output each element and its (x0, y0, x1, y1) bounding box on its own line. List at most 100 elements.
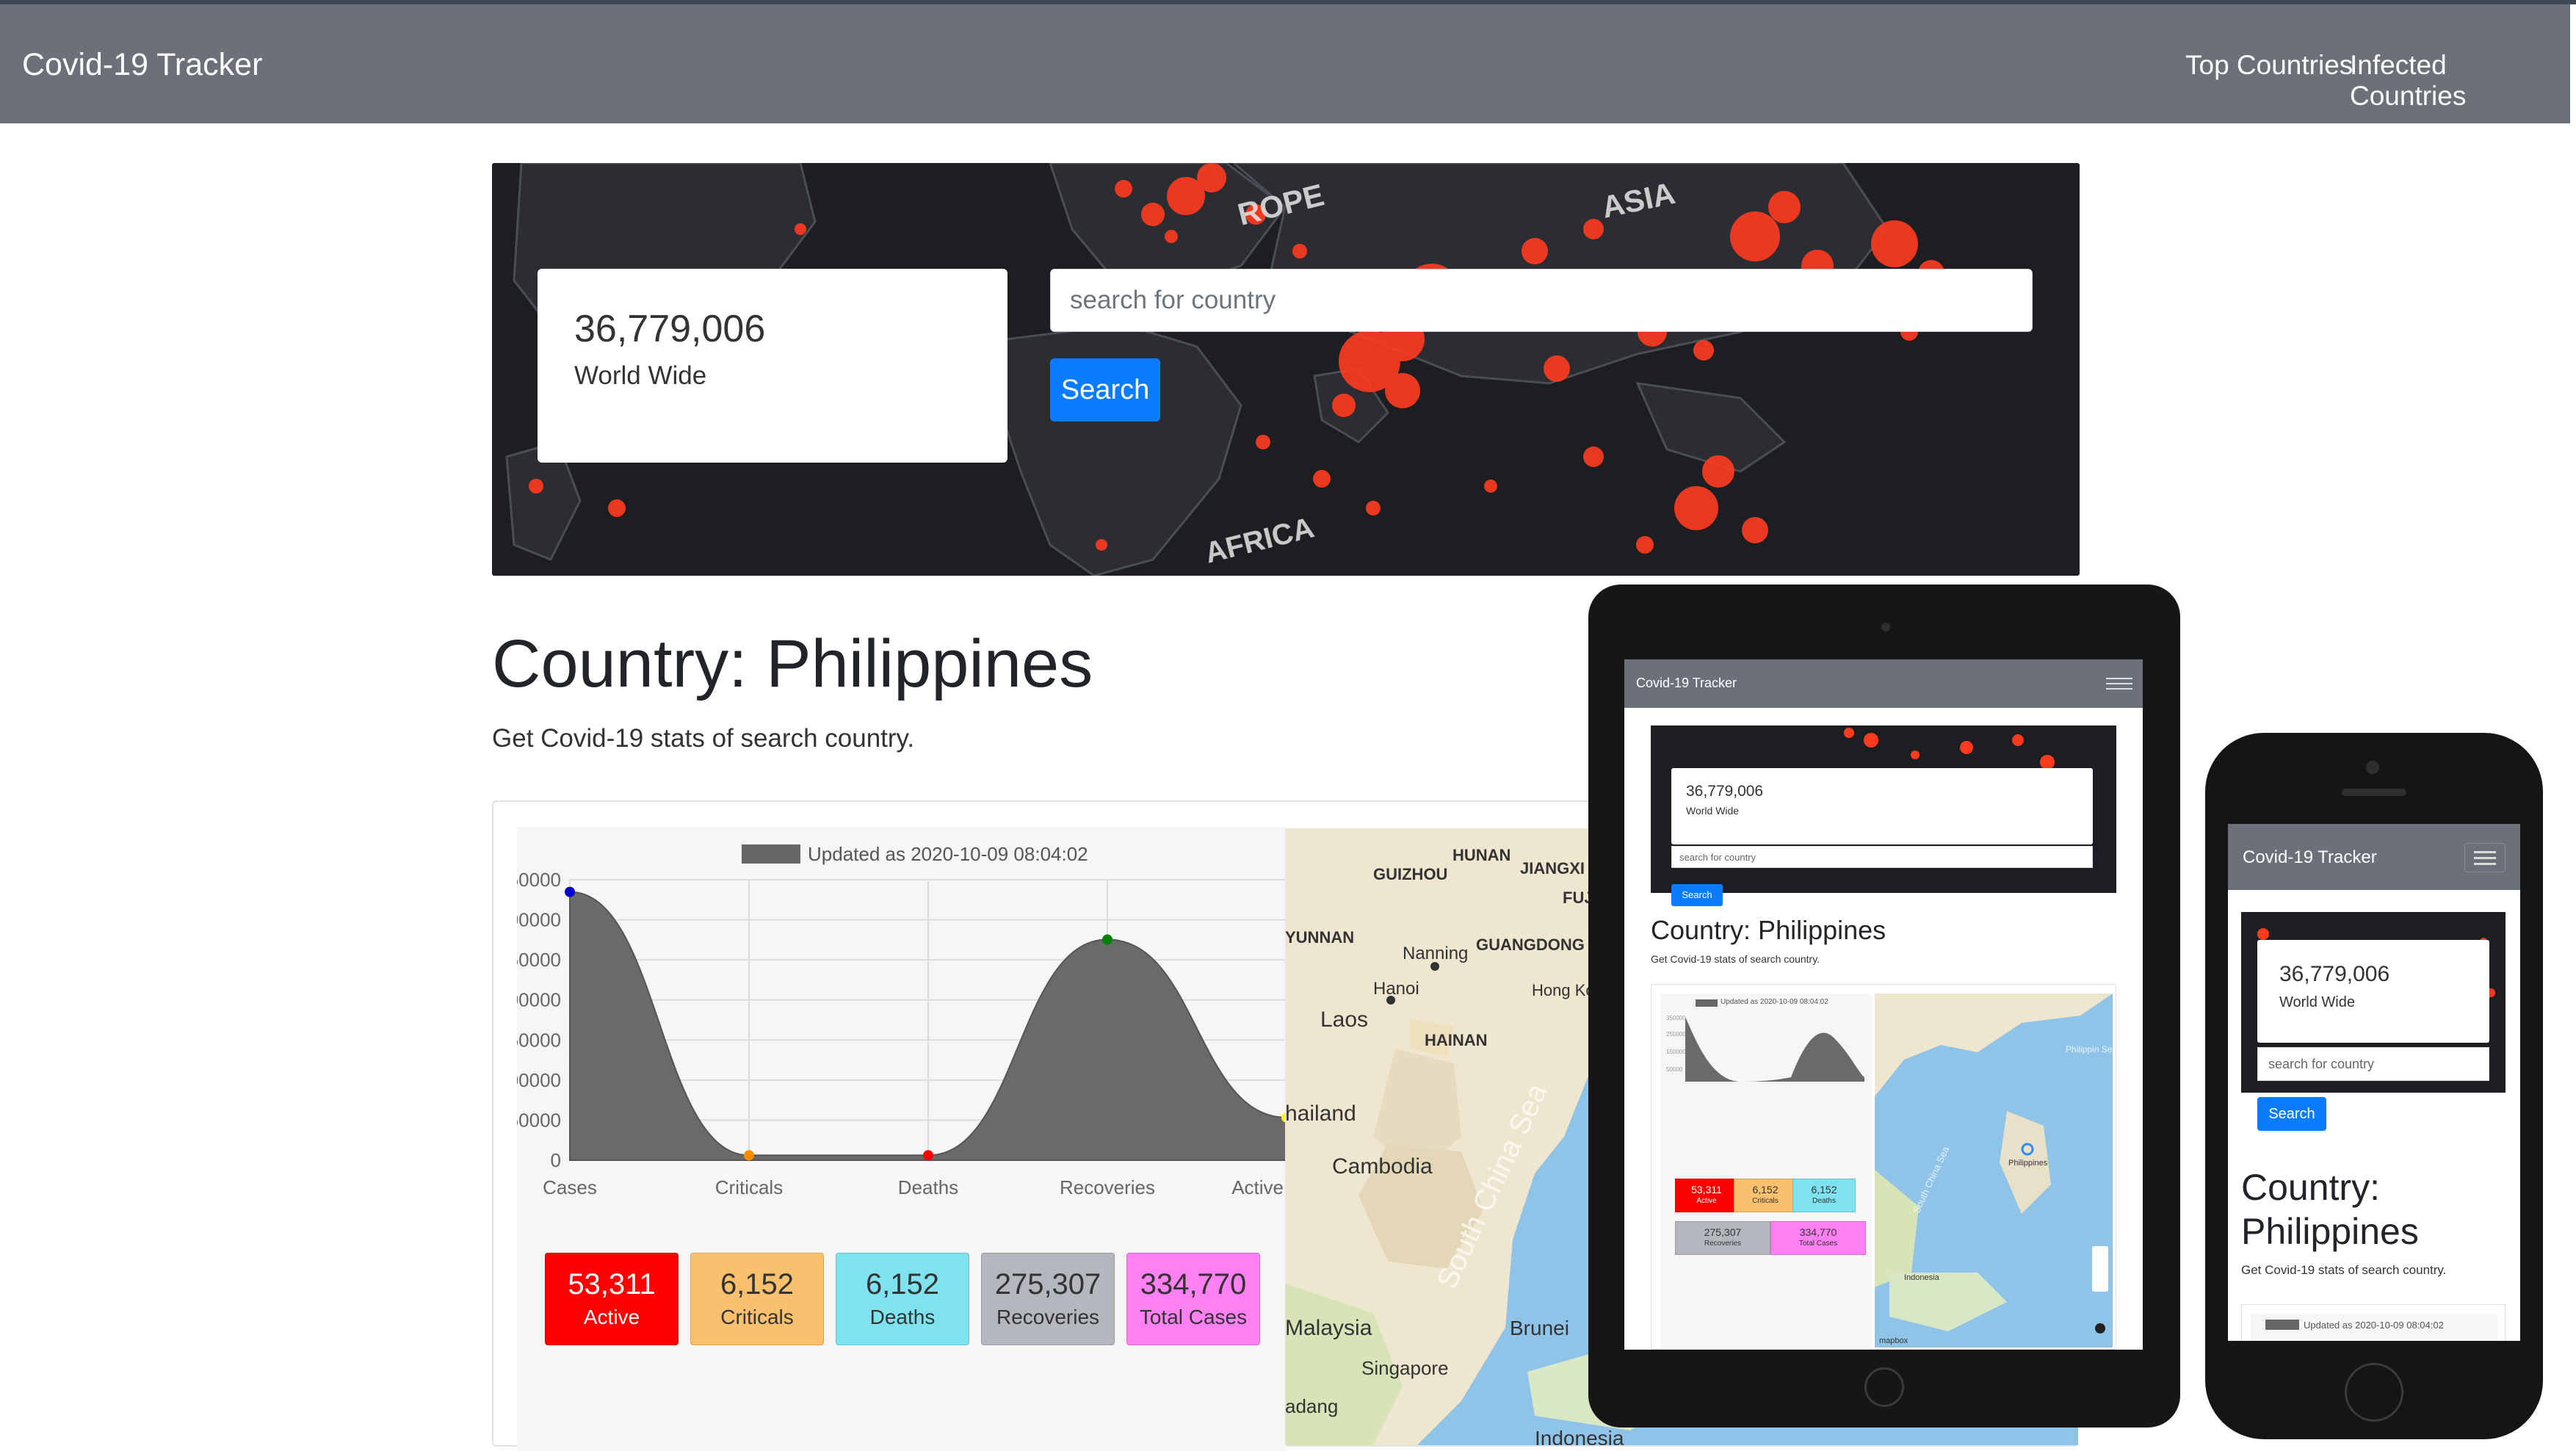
map-label-indonesia: Indonesia (1535, 1427, 1624, 1445)
stat-label: Active (583, 1306, 640, 1328)
tablet-map-attribution: mapbox (1879, 1336, 1909, 1345)
stat-value: 6,152 (865, 1268, 940, 1300)
tablet-stat-label: Active (1696, 1197, 1717, 1205)
map-label-padang: adang (1285, 1395, 1338, 1417)
map-label-hunan: HUNAN (1452, 846, 1510, 864)
tablet-worldwide-label: World Wide (1686, 805, 1740, 817)
svg-text:150000: 150000 (1666, 1049, 1686, 1055)
tablet-stat-label: Deaths (1812, 1197, 1836, 1205)
tablet-stat-value: 334,770 (1799, 1226, 1837, 1238)
navbar: Covid-19 Tracker Top Countries Infected … (0, 4, 2570, 123)
phone-menu-icon[interactable] (2464, 843, 2506, 872)
chart-y-tick-label: 300000 (517, 909, 561, 931)
map-label-brunei: Brunei (1510, 1317, 1569, 1339)
stat-box-criticals: 6,152 Criticals (690, 1253, 824, 1345)
chart-x-tick-label: Deaths (898, 1176, 958, 1198)
country-title: Country: Philippines (492, 626, 1093, 701)
map-label-guizhou: GUIZHOU (1373, 865, 1447, 883)
stat-label: Deaths (869, 1306, 936, 1328)
tablet-map-info-icon[interactable] (2095, 1323, 2105, 1334)
tablet-stat-label: Recoveries (1704, 1240, 1742, 1248)
map-label-yunnan: YUNNAN (1285, 928, 1354, 947)
chart-y-tick-label: 50000 (517, 1109, 561, 1131)
tablet-map-label-indonesia: Indonesia (1904, 1273, 1940, 1282)
phone-search-button[interactable]: Search (2257, 1097, 2326, 1131)
chart-y-tick-label: 100000 (517, 1069, 561, 1091)
tablet-search-button[interactable]: Search (1671, 884, 1723, 906)
chart-y-tick-label: 250000 (517, 949, 561, 971)
tablet-chart-area: Updated as 2020-10-09 08:04:02 350000 250… (1660, 994, 1872, 1349)
tablet-stat-box-deaths: 6,152 Deaths (1792, 1179, 1856, 1212)
navbar-brand[interactable]: Covid-19 Tracker (22, 47, 262, 83)
phone-home-button[interactable] (2345, 1363, 2403, 1422)
map-label-guangdong: GUANGDONG (1476, 936, 1585, 954)
tablet-stat-box-active: 53,311 Active (1675, 1179, 1738, 1212)
nav-link-top-countries[interactable]: Top Countries (2185, 50, 2353, 81)
tablet-home-button[interactable] (1864, 1367, 1904, 1407)
search-button[interactable]: Search (1050, 358, 1160, 421)
nav-link-infected-countries[interactable]: Infected Countries (2350, 50, 2570, 112)
tablet-brand[interactable]: Covid-19 Tracker (1636, 676, 1737, 691)
tablet-camera (1881, 623, 1890, 632)
chart-point-deaths[interactable] (923, 1150, 933, 1161)
phone-camera (2366, 761, 2379, 774)
chart-x-tick-label: Criticals (715, 1176, 783, 1198)
phone-chart-legend: Updated as 2020-10-09 08:04:02 (2304, 1320, 2444, 1331)
map-label-hanoi: Hanoi (1373, 979, 1419, 999)
chart-point-recoveries[interactable] (1102, 934, 1112, 945)
stat-box-total-cases: 334,770 Total Cases (1126, 1253, 1260, 1345)
tablet-map-zoom-controls[interactable] (2092, 1246, 2108, 1292)
chart-legend-swatch[interactable] (742, 844, 800, 864)
stat-value: 53,311 (568, 1268, 656, 1300)
tablet-stat-box-recoveries: 275,307 Recoveries (1675, 1221, 1770, 1255)
tablet-stat-label: Total Cases (1798, 1240, 1838, 1248)
tablet-stat-value: 6,152 (1811, 1184, 1837, 1195)
stat-value: 6,152 (720, 1268, 795, 1300)
tablet-map-label-philippine-sea: Philippin Sea (2066, 1044, 2113, 1054)
stat-value: 275,307 (994, 1268, 1101, 1300)
stat-value: 334,770 (1140, 1268, 1247, 1300)
tablet-map[interactable]: Philippines Indonesia mapbox Philippin S… (1875, 994, 2113, 1347)
stat-label: Criticals (720, 1306, 794, 1328)
phone-brand[interactable]: Covid-19 Tracker (2243, 847, 2377, 868)
svg-text:350000: 350000 (1666, 1015, 1686, 1021)
map-label-malaysia: Malaysia (1285, 1316, 1372, 1340)
chart-legend-label: Updated as 2020-10-09 08:04:02 (808, 843, 1088, 865)
phone-screen: Covid-19 Tracker 36,779,006 World Wide s… (2228, 824, 2520, 1341)
tablet-search-input[interactable]: search for country (1671, 846, 2093, 868)
map-label-laos: Laos (1320, 1007, 1368, 1032)
tablet-stat-box-total-cases: 334,770 Total Cases (1770, 1221, 1866, 1255)
phone-stats-panel: Updated as 2020-10-09 08:04:02 (2241, 1304, 2506, 1341)
phone-navbar: Covid-19 Tracker (2228, 824, 2520, 890)
cases-area-chart: Updated as 2020-10-09 08:04:02 0 50000 100… (517, 843, 1287, 1198)
tablet-stat-value: 53,311 (1691, 1184, 1722, 1195)
search-input[interactable] (1050, 269, 2033, 332)
phone-speaker (2342, 789, 2406, 796)
chart-point-criticals[interactable] (744, 1150, 754, 1161)
map-label-jiangxi: JIANGXI (1520, 859, 1585, 878)
tablet-country-title: Country: Philippines (1651, 915, 1886, 945)
map-label-hainan: HAINAN (1425, 1031, 1488, 1049)
stat-label: Total Cases (1139, 1306, 1248, 1328)
tablet-menu-icon[interactable] (2106, 674, 2132, 693)
tablet-stat-value: 6,152 (1752, 1184, 1779, 1195)
tablet-area-chart: 350000 250000 150000 50000 (1666, 1015, 1864, 1082)
tablet-navbar: Covid-19 Tracker (1624, 659, 2143, 708)
tablet-stats-panel: Updated as 2020-10-09 08:04:02 350000 250… (1651, 984, 2116, 1350)
chart-y-tick-label: 150000 (517, 1029, 561, 1051)
phone-country-title-line1: Country: (2241, 1167, 2380, 1208)
tablet-stat-label: Criticals (1752, 1197, 1779, 1205)
map-city-marker (1386, 996, 1395, 1005)
country-subtitle: Get Covid-19 stats of search country. (492, 724, 915, 753)
phone-chart-area: Updated as 2020-10-09 08:04:02 (2251, 1314, 2497, 1341)
tablet-worldwide-count: 36,779,006 (1686, 783, 1764, 800)
phone-chart-legend-swatch[interactable] (2265, 1320, 2299, 1330)
svg-text:250000: 250000 (1666, 1031, 1686, 1038)
stat-box-deaths: 6,152 Deaths (836, 1253, 969, 1345)
tablet-chart-legend-swatch[interactable] (1696, 999, 1718, 1007)
tablet-stat-box-criticals: 6,152 Criticals (1734, 1179, 1797, 1212)
tablet-chart-legend: Updated as 2020-10-09 08:04:02 (1721, 998, 1828, 1006)
phone-search-input[interactable]: search for country (2257, 1047, 2489, 1081)
chart-point-cases[interactable] (565, 886, 575, 897)
worldwide-card: 36,779,006 World Wide (538, 269, 1007, 463)
